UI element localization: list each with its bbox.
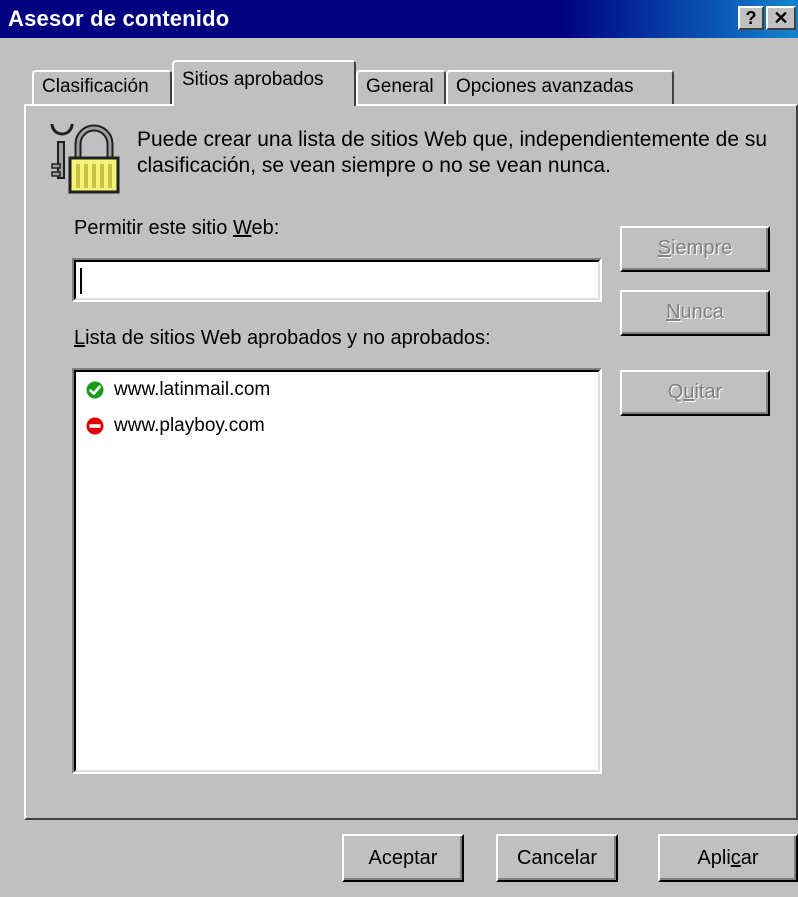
help-button[interactable]: ? [738,6,764,30]
site-url: www.latinmail.com [114,379,271,400]
never-button[interactable]: Nunca [620,290,770,336]
tab-sitios-aprobados[interactable]: Sitios aprobados [172,60,356,106]
site-input-frame [72,258,602,302]
window-title: Asesor de contenido [8,6,230,31]
site-url: www.playboy.com [114,415,265,436]
always-button[interactable]: Siempre [620,226,770,272]
list-item[interactable]: www.latinmail.com [86,376,270,404]
apply-button[interactable]: Aplicar [658,834,798,882]
permit-site-label: Permitir este sitio Web: [74,217,280,239]
tab-general[interactable]: General [356,70,446,104]
lock-key-icon [50,124,120,194]
site-input[interactable] [78,264,600,296]
check-circle-icon [86,381,104,399]
tab-opciones-avanzadas[interactable]: Opciones avanzadas [446,70,674,104]
title-bar[interactable]: Asesor de contenido ? ✕ [0,0,798,38]
no-entry-icon [86,417,104,435]
site-list-label: Lista de sitios Web aprobados y no aprob… [74,327,491,349]
remove-button[interactable]: Quitar [620,370,770,416]
text-caret [80,268,82,294]
cancel-button[interactable]: Cancelar [496,834,618,882]
tab-clasificacion[interactable]: Clasificación [32,70,172,104]
close-button[interactable]: ✕ [766,6,796,30]
content-advisor-dialog: Asesor de contenido ? ✕ Clasificación Si… [0,0,798,897]
accept-button[interactable]: Aceptar [342,834,464,882]
site-list[interactable]: www.latinmail.com www.playboy.com [72,368,602,774]
description-text: Puede crear una lista de sitios Web que,… [137,128,768,177]
list-item[interactable]: www.playboy.com [86,412,265,440]
